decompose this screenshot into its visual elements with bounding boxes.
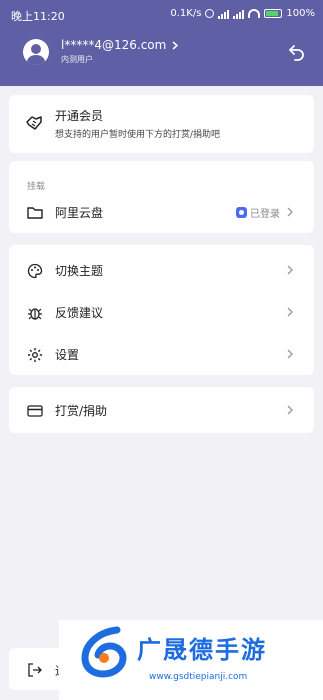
bug-icon — [28, 308, 42, 320]
folder-icon — [27, 207, 43, 219]
chevron-right-icon — [172, 40, 179, 50]
menu-item-donate[interactable]: 打赏/捐助 — [9, 389, 314, 431]
network-speed: 0.1K/s — [170, 8, 202, 19]
aliyun-logo-icon — [236, 207, 247, 218]
status-bar: 晚上11:20 0.1K/s 100% — [0, 0, 323, 30]
vip-card[interactable]: 开通会员 想支持的用户暂时使用下方的打赏/捐助吧 — [9, 95, 314, 153]
chevron-right-icon — [287, 207, 293, 217]
signal-icon-2 — [233, 9, 245, 19]
menu-item-feedback[interactable]: 反馈建议 — [9, 291, 314, 333]
battery-percent: 100% — [286, 8, 315, 19]
wifi-icon — [248, 9, 261, 18]
menu-item-label: 设置 — [55, 347, 80, 362]
menu-item-label: 打赏/捐助 — [55, 403, 108, 418]
card-icon — [27, 405, 43, 417]
account-email-row[interactable]: l*****4@126.com — [61, 38, 179, 52]
back-icon[interactable] — [287, 42, 307, 62]
vip-title: 开通会员 — [55, 109, 104, 123]
donate-card[interactable]: 打赏/捐助 — [9, 387, 314, 433]
menu-item-label: 反馈建议 — [55, 305, 104, 320]
alarm-icon — [205, 9, 215, 18]
gear-icon — [28, 348, 42, 362]
account-role: 内测用户 — [61, 55, 93, 64]
settings-menu-card: 切换主题 反馈建议 设置 — [9, 245, 314, 375]
handshake-icon — [26, 116, 42, 130]
chevron-right-icon — [287, 265, 293, 275]
watermark-title: 广晟德手游 — [137, 636, 267, 664]
watermark-banner: 广晟德手游 www.gsdtiepianji.com — [59, 620, 323, 700]
profile-block[interactable]: l*****4@126.com 内测用户 — [23, 38, 179, 65]
status-time: 晚上11:20 — [11, 10, 65, 23]
menu-item-settings[interactable]: 设置 — [9, 333, 314, 375]
palette-icon — [27, 263, 43, 279]
mount-item-aliyun[interactable]: 阿里云盘 已登录 — [9, 191, 314, 233]
mount-card: 挂载 阿里云盘 已登录 — [9, 161, 314, 233]
logout-icon — [28, 663, 42, 677]
watermark-url: www.gsdtiepianji.com — [149, 672, 248, 682]
signal-icon — [218, 9, 230, 19]
header: 晚上11:20 0.1K/s 100% l*****4@126.com 内测用户 — [0, 0, 323, 86]
vip-subtitle: 想支持的用户暂时使用下方的打赏/捐助吧 — [55, 130, 221, 140]
chevron-right-icon — [287, 405, 293, 415]
chevron-right-icon — [287, 349, 293, 359]
avatar[interactable] — [23, 38, 49, 65]
account-email: l*****4@126.com — [61, 38, 167, 52]
chevron-right-icon — [287, 307, 293, 317]
watermark-logo-icon — [81, 626, 127, 678]
menu-item-theme[interactable]: 切换主题 — [9, 249, 314, 291]
login-status-badge: 已登录 — [236, 205, 280, 220]
menu-item-label: 切换主题 — [55, 263, 104, 278]
status-icons: 0.1K/s 100% — [170, 8, 315, 19]
battery-icon — [264, 9, 283, 18]
mount-item-label: 阿里云盘 — [55, 205, 104, 220]
